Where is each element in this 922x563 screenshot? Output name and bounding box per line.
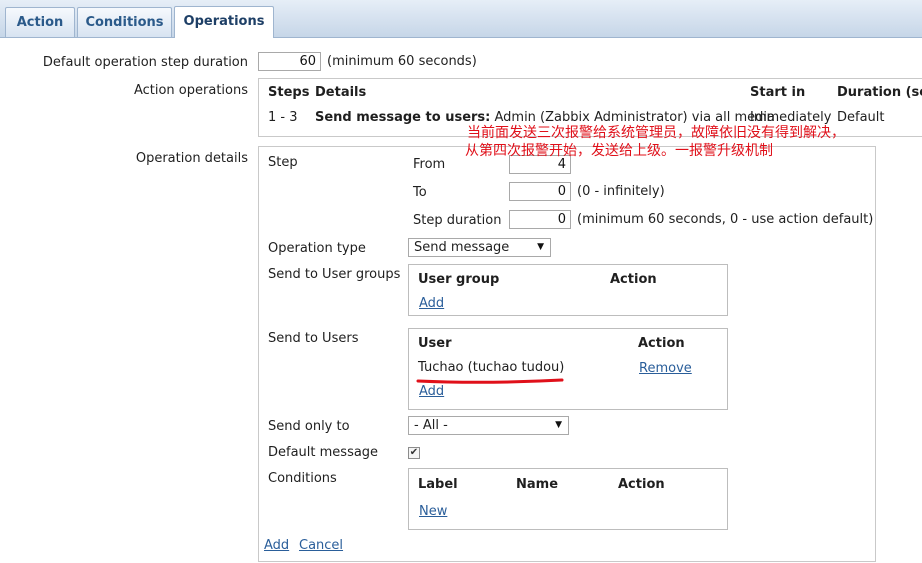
operation-type-select[interactable]: Send message ▼ [408,238,551,257]
header-user-action: Action [638,336,685,351]
users-table: User Action Tuchao (tuchao tudou) Remove… [408,328,728,410]
operation-duration: Default [837,110,885,125]
operation-details-target: Admin (Zabbix Administrator) via all med… [490,110,775,125]
header-user-group: User group [418,272,500,287]
step-duration-label: Step duration [413,213,502,228]
check-icon: ✔ [409,447,419,458]
operation-details: Send message to users: Admin (Zabbix Adm… [315,110,775,125]
operation-type-label: Operation type [268,241,366,256]
operation-start-in: Immediately [750,110,832,125]
step-label: Step [268,155,298,170]
annotation-line-2: 从第四次报警开始，发送给上级。一报警升级机制 [465,143,773,159]
send-only-to-label: Send only to [268,419,350,434]
cancel-operation-link[interactable]: Cancel [299,538,343,553]
new-condition-link[interactable]: New [419,504,447,519]
user-name: Tuchao (tuchao tudou) [418,360,565,375]
default-message-label: Default message [268,445,379,460]
header-user-group-action: Action [610,272,657,287]
send-only-to-value: - All - [414,418,448,433]
send-users-label: Send to Users [268,331,359,346]
conditions-table: Label Name Action New [408,468,728,530]
step-duration-hint: (minimum 60 seconds, 0 - use action defa… [577,212,874,227]
step-to-hint: (0 - infinitely) [577,184,665,199]
add-user-group-link[interactable]: Add [419,296,444,311]
add-user-link[interactable]: Add [419,384,444,399]
operation-type-value: Send message [414,240,510,255]
header-condition-action: Action [618,477,665,492]
send-user-groups-label: Send to User groups [268,267,401,282]
from-label: From [413,157,446,172]
header-duration: Duration (sec [837,85,922,100]
header-name: Name [516,477,559,492]
default-step-duration-input[interactable]: 60 [258,52,321,71]
to-label: To [413,185,427,200]
operation-details-label: Operation details [135,151,248,166]
default-step-duration-hint: (minimum 60 seconds) [327,54,477,69]
default-step-duration-label: Default operation step duration [42,55,248,70]
annotation-line-1: 当前面发送三次报警给系统管理员，故障依旧没有得到解决， [467,125,845,141]
send-only-to-select[interactable]: - All - ▼ [408,416,569,435]
conditions-label: Conditions [268,471,337,486]
default-message-checkbox[interactable]: ✔ [408,447,420,459]
tab-action[interactable]: Action [5,7,75,37]
header-label: Label [418,477,458,492]
tab-bar: Action Conditions Operations [0,0,922,38]
header-steps: Steps [268,85,310,100]
step-to-input[interactable]: 0 [509,182,571,201]
tab-operations[interactable]: Operations [174,6,274,38]
remove-user-link[interactable]: Remove [639,361,692,376]
add-operation-link[interactable]: Add [264,538,289,553]
chevron-down-icon: ▼ [555,420,562,430]
step-duration-input[interactable]: 0 [509,210,571,229]
operation-details-type: Send message to users: [315,110,491,125]
action-operations-label: Action operations [133,83,248,98]
header-start-in: Start in [750,85,806,100]
header-details: Details [315,85,367,100]
header-user: User [418,336,452,351]
tab-conditions[interactable]: Conditions [77,7,172,37]
operation-details-panel: Step From 4 To 0 (0 - infinitely) Step d… [258,146,876,562]
user-groups-table: User group Action Add [408,264,728,316]
operation-steps: 1 - 3 [268,110,298,125]
chevron-down-icon: ▼ [537,242,544,252]
